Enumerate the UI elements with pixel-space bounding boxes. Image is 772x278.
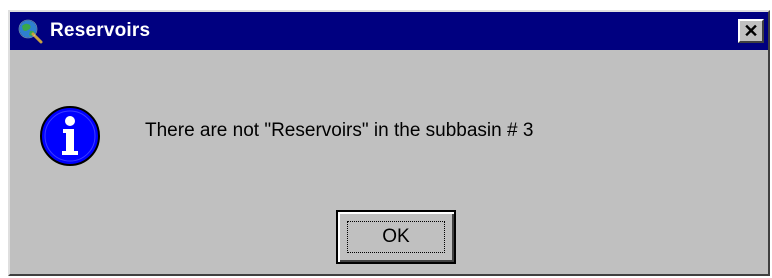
app-globe-icon [16, 17, 44, 45]
close-icon: ✕ [743, 21, 759, 41]
dialog-message: There are not "Reservoirs" in the subbas… [145, 120, 534, 141]
ok-button[interactable]: OK [336, 210, 456, 264]
close-button[interactable]: ✕ [738, 19, 764, 43]
reservoirs-dialog: Reservoirs ✕ There are not "Reservoirs" … [8, 10, 770, 276]
information-icon [38, 104, 102, 168]
window-title: Reservoirs [50, 20, 151, 41]
title-bar[interactable]: Reservoirs ✕ [10, 12, 768, 50]
ok-button-label: OK [382, 226, 410, 247]
